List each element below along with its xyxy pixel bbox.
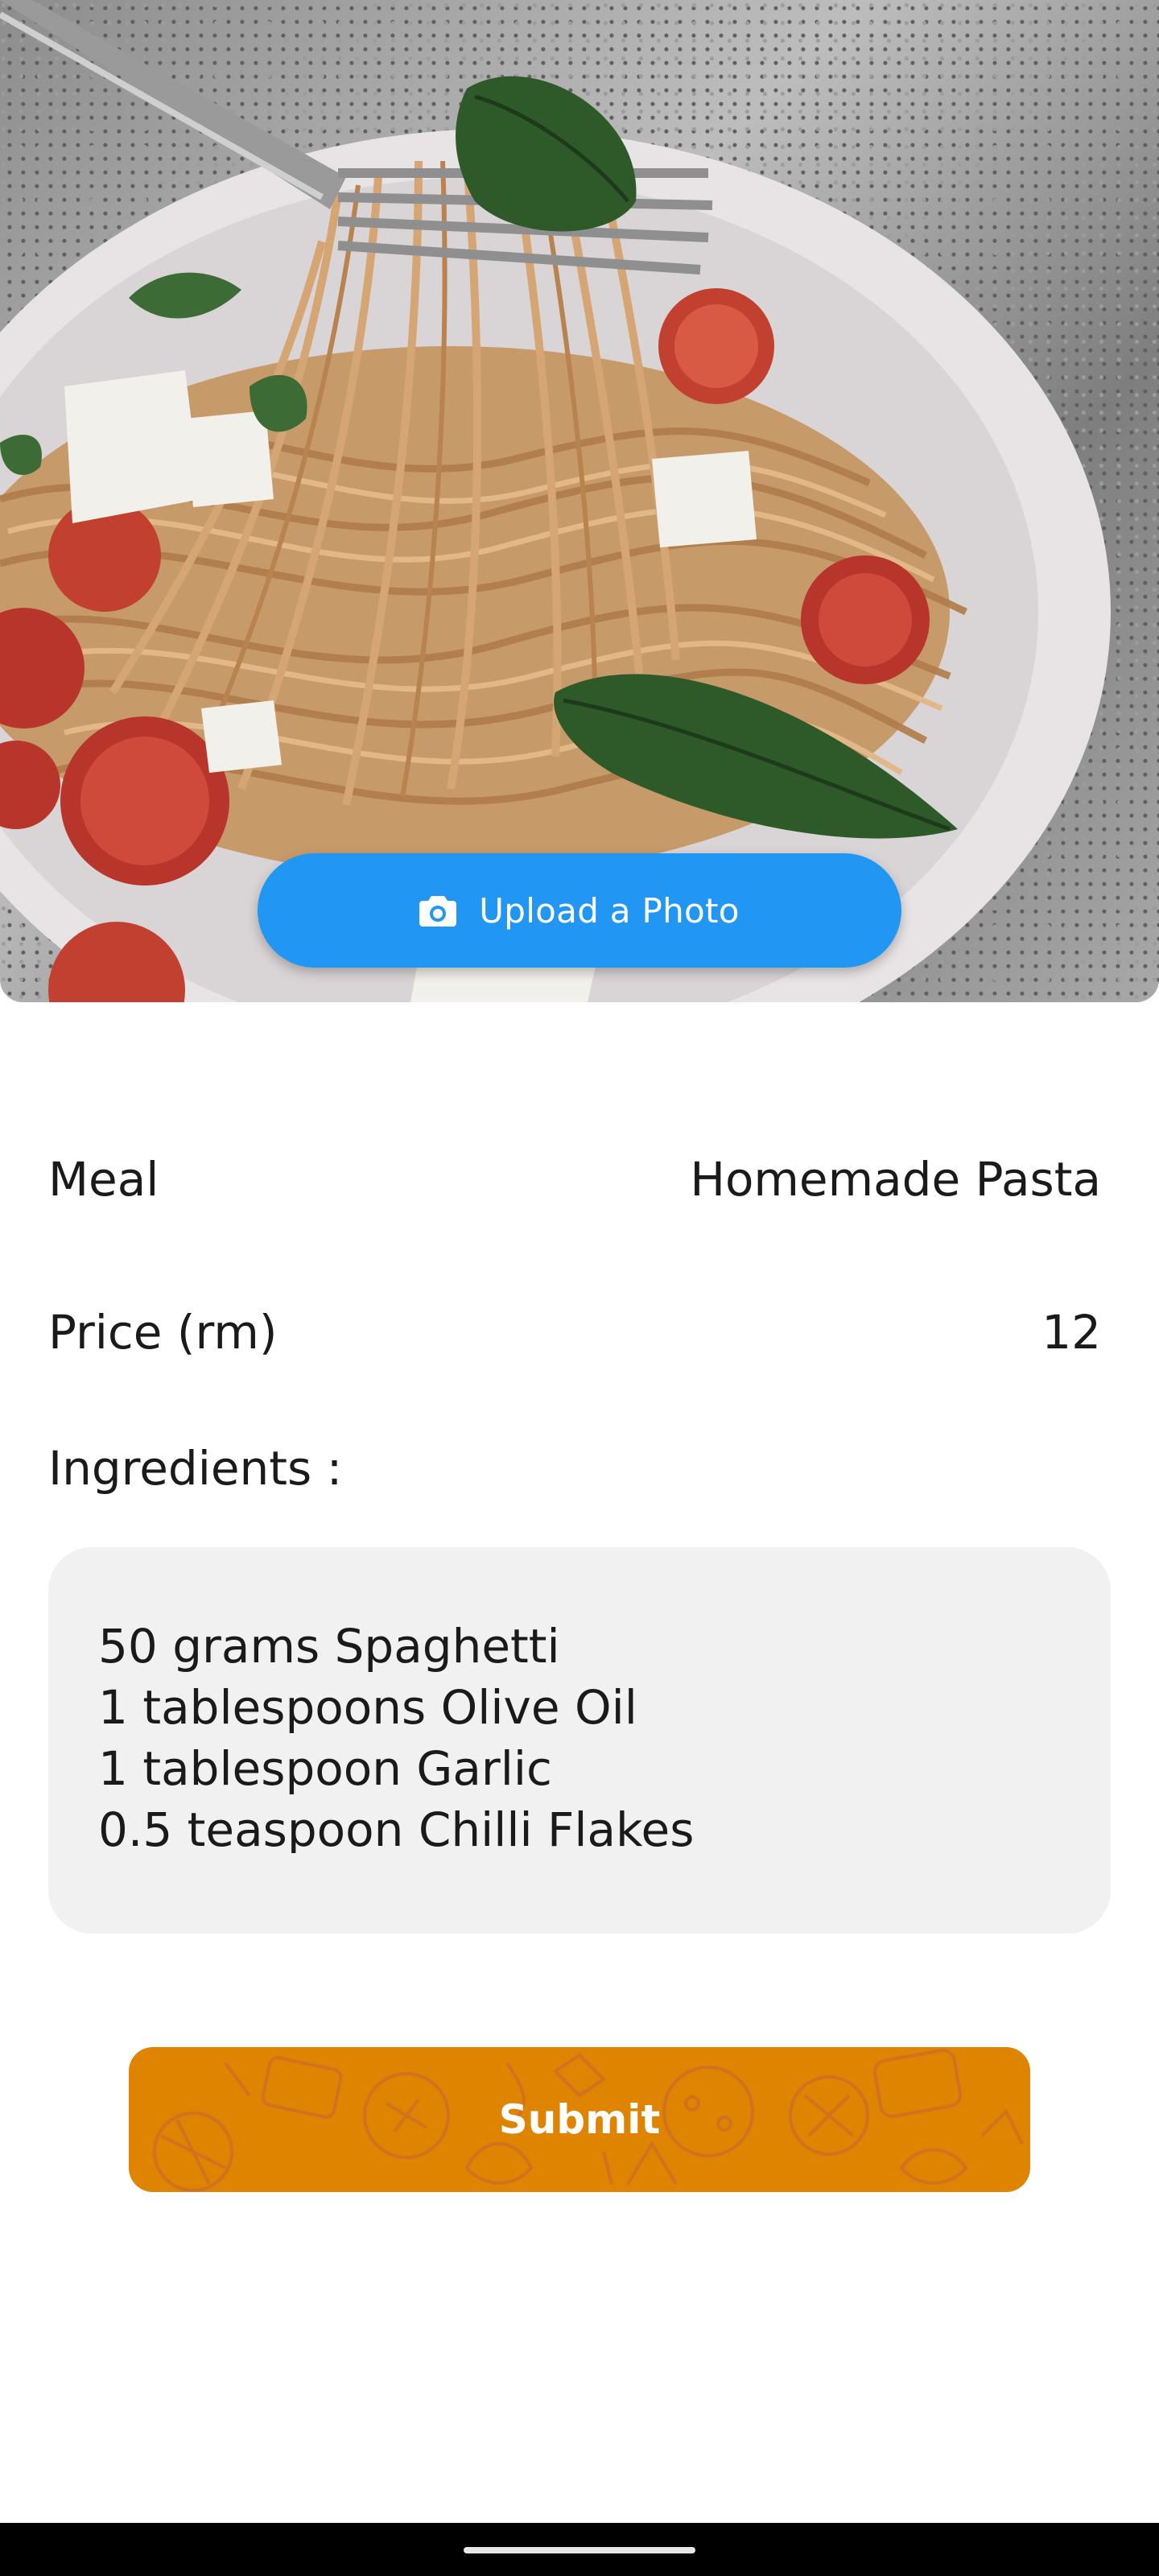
ingredients-textarea[interactable]: 50 grams Spaghetti 1 tablespoons Olive O… bbox=[48, 1547, 1111, 1934]
upload-photo-label: Upload a Photo bbox=[479, 890, 740, 931]
ingredients-list: 50 grams Spaghetti 1 tablespoons Olive O… bbox=[98, 1616, 1062, 1853]
submit-label: Submit bbox=[498, 2096, 661, 2143]
add-meal-screen: Upload a Photo Meal Homemade Pasta Price… bbox=[0, 0, 1159, 2576]
ingredient-line: 1 tablespoons Olive Oil bbox=[98, 1680, 637, 1735]
meal-label: Meal bbox=[48, 1152, 159, 1207]
meal-photo: Upload a Photo bbox=[0, 0, 1159, 1002]
system-navigation-bar bbox=[0, 2523, 1159, 2576]
ingredients-label: Ingredients : bbox=[48, 1441, 343, 1496]
submit-button[interactable]: Submit bbox=[129, 2047, 1030, 2192]
upload-photo-button[interactable]: Upload a Photo bbox=[258, 853, 901, 968]
home-indicator[interactable] bbox=[464, 2547, 695, 2553]
price-row: Price (rm) 12 bbox=[48, 1296, 1101, 1368]
ingredient-line: 0.5 teaspoon Chilli Flakes bbox=[98, 1802, 695, 1853]
price-label: Price (rm) bbox=[48, 1305, 278, 1360]
meal-value[interactable]: Homemade Pasta bbox=[690, 1152, 1101, 1207]
camera-icon bbox=[419, 894, 457, 927]
price-value[interactable]: 12 bbox=[1041, 1305, 1101, 1360]
pasta-plate-illustration bbox=[0, 0, 1111, 1002]
meal-row: Meal Homemade Pasta bbox=[48, 1143, 1101, 1216]
ingredient-line: 1 tablespoon Garlic bbox=[98, 1741, 552, 1796]
ingredient-line: 50 grams Spaghetti bbox=[98, 1619, 560, 1674]
